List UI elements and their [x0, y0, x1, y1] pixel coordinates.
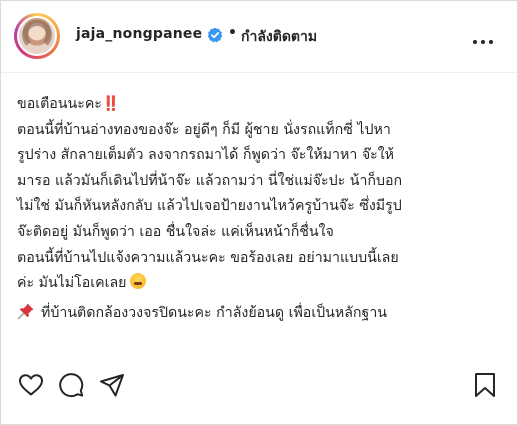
caption-line: ที่บ้านติดกล้องวงจรปิดนะคะ กำลังย้อนดู เ… — [17, 301, 507, 327]
username[interactable]: jaja_nongpanee — [76, 26, 202, 42]
bookmark-icon[interactable] — [471, 371, 499, 399]
caption-line: รูปร่าง สักลายเต็มตัว ลงจากรถมาได้ ก็พูด… — [17, 147, 395, 164]
caption-line: ขอเตือนนะคะ‼️ — [17, 96, 120, 112]
caption-line: จ๊ะติดอยู่ มันก็พูดว่า เออ ชื่นใจล่ะ แค่… — [17, 223, 334, 240]
pushpin-icon — [17, 303, 34, 319]
follow-status-button[interactable]: กำลังติดตาม — [241, 26, 317, 48]
double-exclamation-emoji: ‼️ — [101, 96, 120, 112]
avatar-image — [17, 16, 57, 56]
post-actions-bar — [1, 361, 517, 405]
comment-icon[interactable] — [58, 371, 86, 399]
post-caption: ขอเตือนนะคะ‼️ ตอนนี้ที่บ้านอ่างทองของจ๊ะ… — [17, 92, 507, 326]
separator-dot: • — [228, 25, 237, 41]
post-header: jaja_nongpanee • กำลังติดตาม — [1, 1, 517, 73]
avatar[interactable] — [14, 13, 60, 59]
caption-line: ตอนนี้ที่บ้านไปแจ้งความแล้วนะคะ ขอร้องเล… — [17, 249, 399, 266]
share-icon[interactable] — [98, 371, 126, 399]
caption-line: มารอ แล้วมันก็เดินไปที่น้าจ๊ะ แล้วถามว่า… — [17, 172, 403, 189]
caption-line: ค่ะ มันไม่โอเคเลย — [17, 271, 507, 297]
caption-line: ไม่ใช่ มันก็หันหลังกลับ แล้วไปเจอป้ายงาน… — [17, 198, 402, 215]
avatar-hair-shape — [22, 20, 52, 50]
verified-badge-icon — [207, 27, 223, 43]
more-options-icon[interactable] — [473, 29, 497, 44]
heart-icon[interactable] — [17, 371, 45, 399]
caption-line: ตอนนี้ที่บ้านอ่างทองของจ๊ะ อยู่ดีๆ ก็มี … — [17, 121, 391, 138]
post-card: jaja_nongpanee • กำลังติดตาม ขอเตือนนะคะ… — [0, 0, 518, 425]
tired-face-emoji — [129, 273, 146, 290]
